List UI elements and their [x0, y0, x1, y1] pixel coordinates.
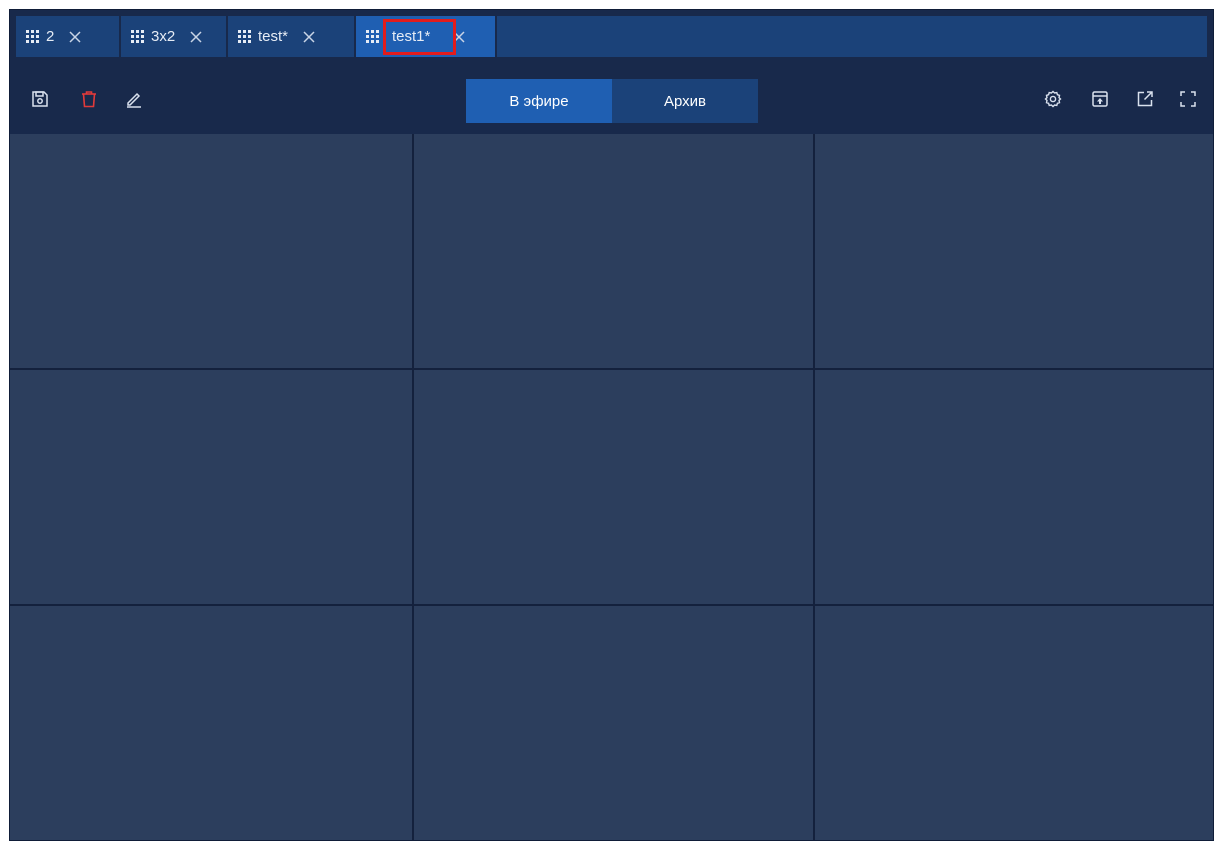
- camera-slot[interactable]: [414, 134, 813, 368]
- tab-label: test1*: [392, 28, 431, 45]
- trash-icon[interactable]: [80, 90, 98, 108]
- close-icon[interactable]: [302, 30, 316, 44]
- grid-icon: [131, 30, 144, 43]
- close-icon[interactable]: [452, 30, 466, 44]
- camera-grid: [10, 134, 1213, 840]
- tab-bar: 2 3x2 test* test1*: [10, 10, 1213, 63]
- tab-test[interactable]: test*: [228, 16, 354, 57]
- camera-slot[interactable]: [414, 606, 813, 840]
- tab-bar-empty-area: [497, 16, 1207, 57]
- save-icon[interactable]: [31, 90, 49, 108]
- tab-label: test*: [258, 28, 289, 45]
- tab-label: 2: [46, 28, 55, 45]
- grid-icon: [366, 30, 379, 43]
- settings-icon[interactable]: [1044, 90, 1062, 108]
- camera-slot[interactable]: [10, 606, 412, 840]
- edit-icon[interactable]: [125, 90, 143, 108]
- tab-label: 3x2: [151, 28, 176, 45]
- live-tab[interactable]: В эфире: [466, 79, 612, 123]
- camera-slot[interactable]: [10, 134, 412, 368]
- camera-slot[interactable]: [414, 370, 813, 604]
- tab-test1[interactable]: test1*: [356, 16, 495, 57]
- close-icon[interactable]: [68, 30, 82, 44]
- mode-switch: В эфире Архив: [466, 79, 758, 123]
- camera-slot[interactable]: [815, 606, 1213, 840]
- external-window-icon[interactable]: [1136, 90, 1154, 108]
- app-window: 2 3x2 test* test1* В эфире Архив: [9, 9, 1214, 841]
- camera-slot[interactable]: [815, 134, 1213, 368]
- grid-icon: [26, 30, 39, 43]
- layout-icon[interactable]: [1091, 90, 1109, 108]
- grid-icon: [238, 30, 251, 43]
- camera-slot[interactable]: [10, 370, 412, 604]
- fullscreen-icon[interactable]: [1179, 90, 1197, 108]
- archive-tab[interactable]: Архив: [612, 79, 758, 123]
- tab-3x2[interactable]: 3x2: [121, 16, 226, 57]
- toolbar: В эфире Архив: [10, 63, 1213, 134]
- camera-slot[interactable]: [815, 370, 1213, 604]
- tab-2[interactable]: 2: [16, 16, 119, 57]
- close-icon[interactable]: [189, 30, 203, 44]
